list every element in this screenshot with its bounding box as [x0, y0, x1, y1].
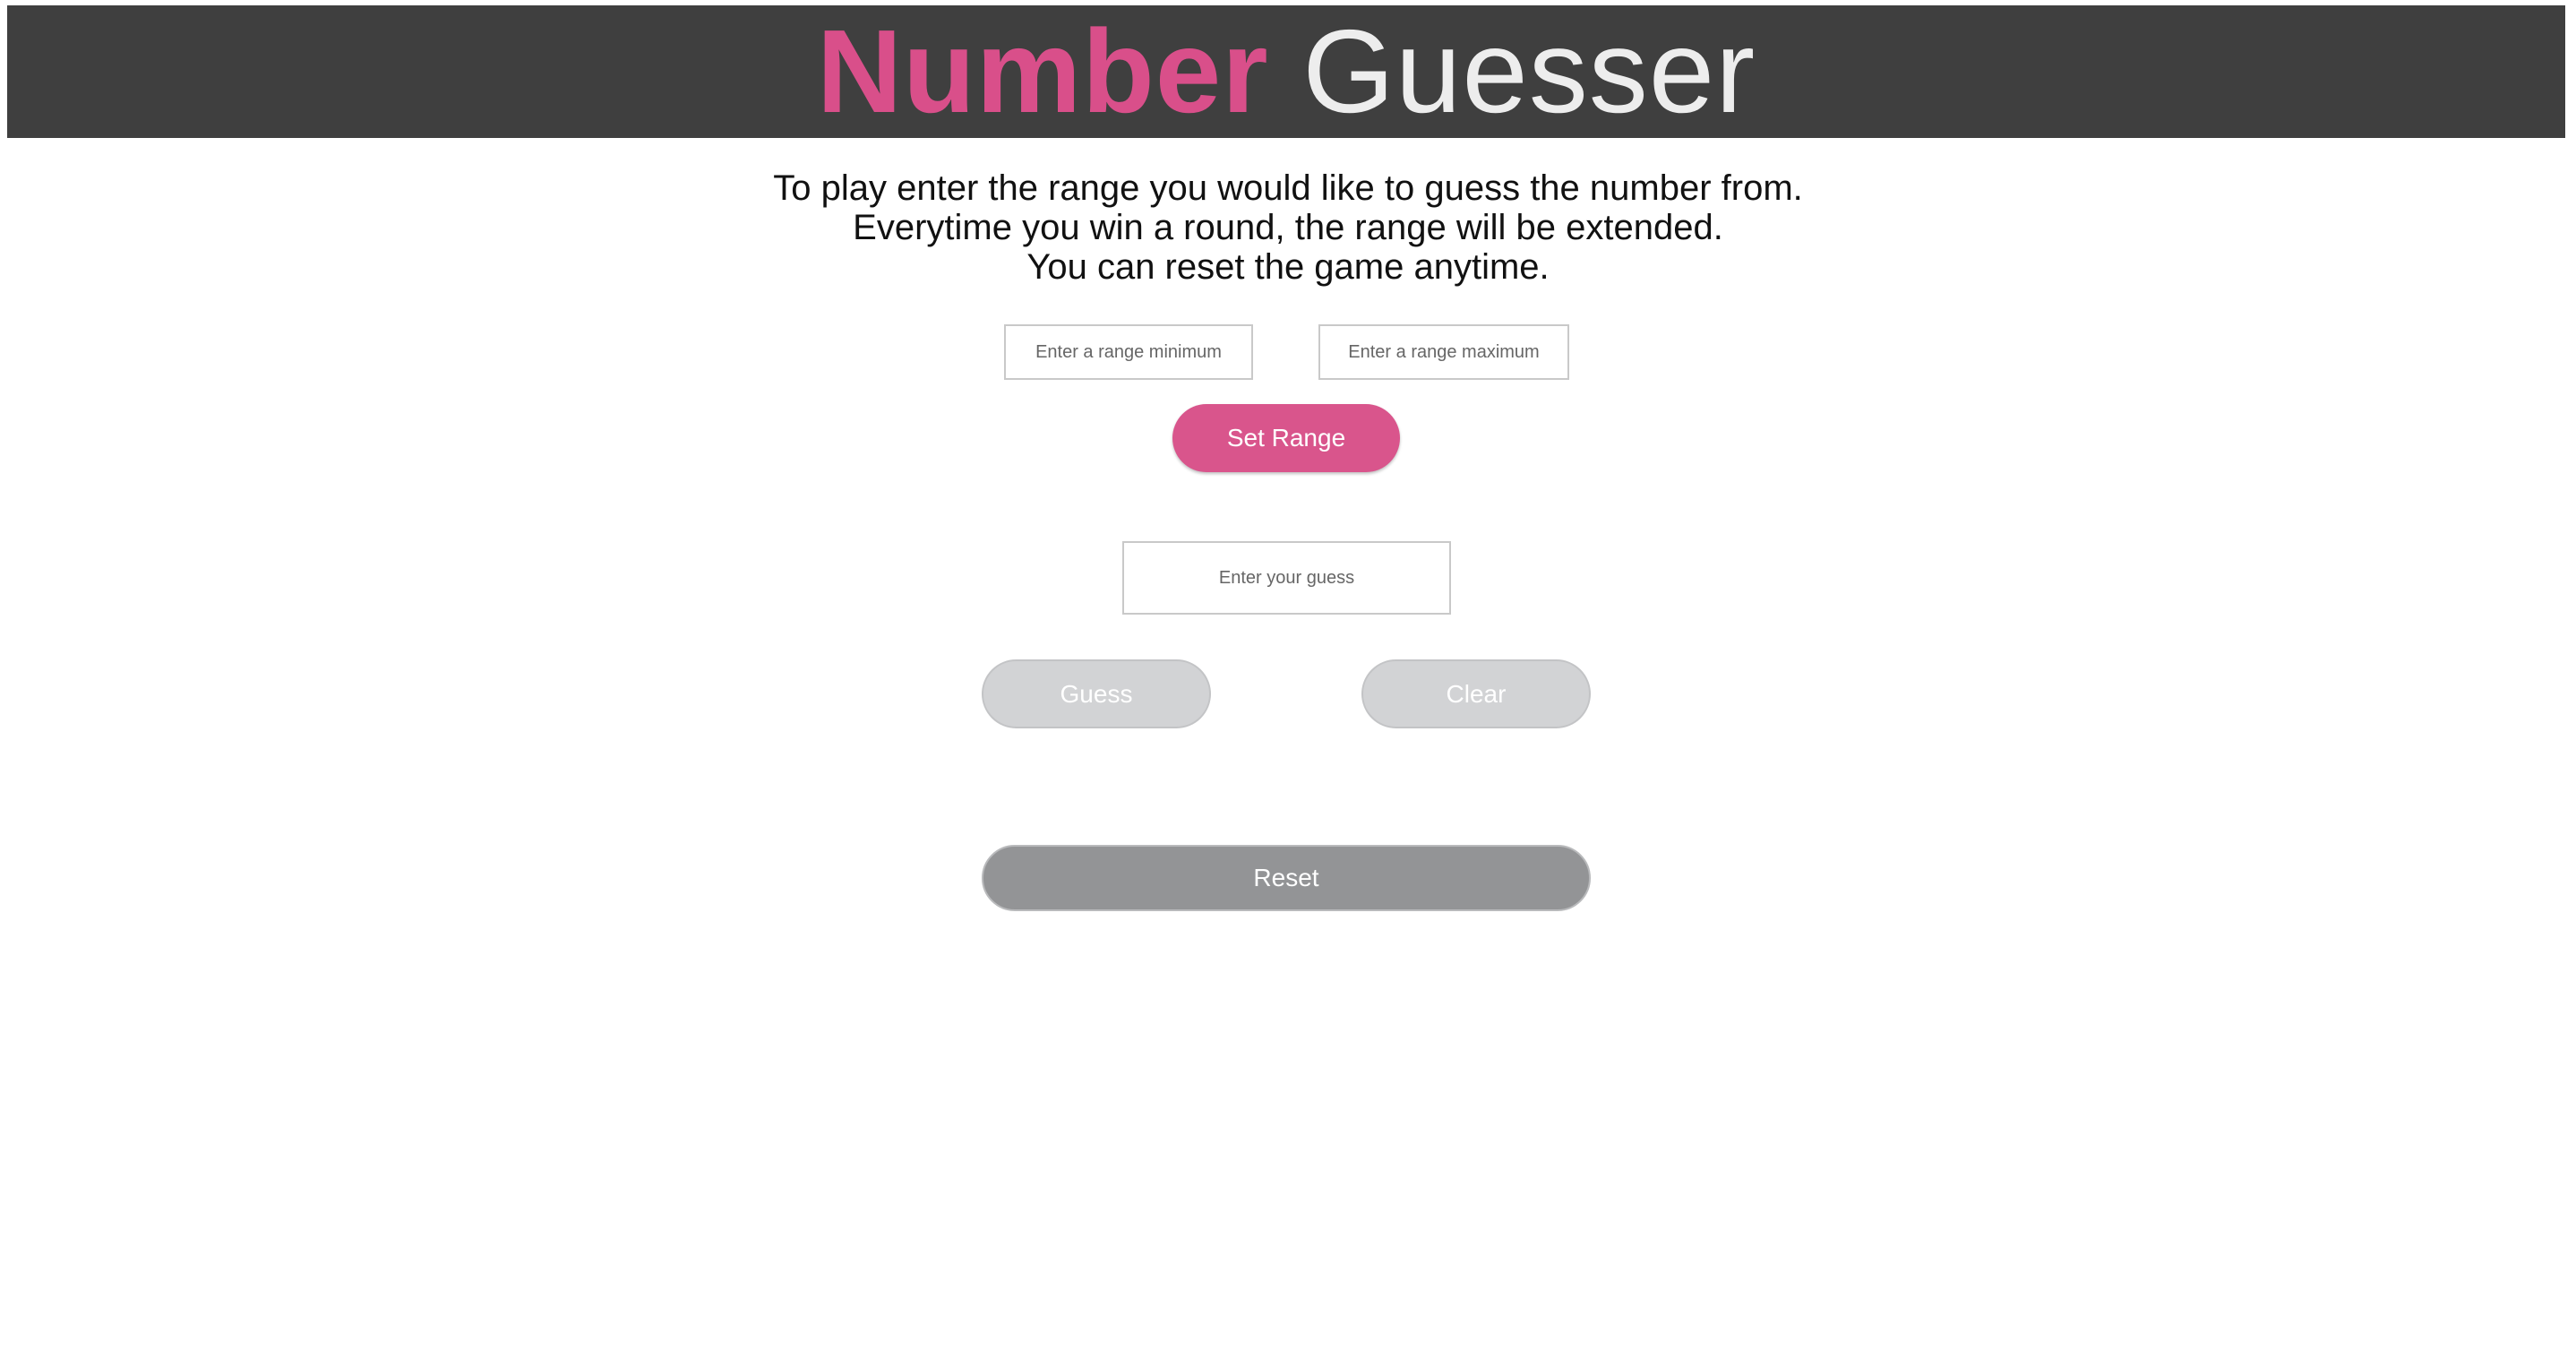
- instruction-line-3: You can reset the game anytime.: [1026, 247, 1550, 287]
- guess-button[interactable]: Guess: [982, 659, 1211, 728]
- reset-button[interactable]: Reset: [982, 845, 1591, 911]
- instructions: To play enter the range you would like t…: [0, 168, 2576, 287]
- page-title: Number Guesser: [817, 5, 1756, 138]
- instruction-line-1: To play enter the range you would like t…: [773, 168, 1803, 208]
- title-number: Number: [816, 5, 1269, 137]
- title-guesser: Guesser: [1302, 5, 1756, 137]
- instruction-line-2: Everytime you win a round, the range wil…: [853, 208, 1723, 247]
- guess-input[interactable]: [1122, 541, 1451, 615]
- app-header: Number Guesser: [7, 5, 2565, 138]
- range-maximum-input[interactable]: [1318, 324, 1569, 380]
- page: Number Guesser To play enter the range y…: [0, 0, 2576, 1369]
- set-range-button[interactable]: Set Range: [1172, 404, 1400, 472]
- range-minimum-input[interactable]: [1004, 324, 1253, 380]
- clear-button[interactable]: Clear: [1361, 659, 1591, 728]
